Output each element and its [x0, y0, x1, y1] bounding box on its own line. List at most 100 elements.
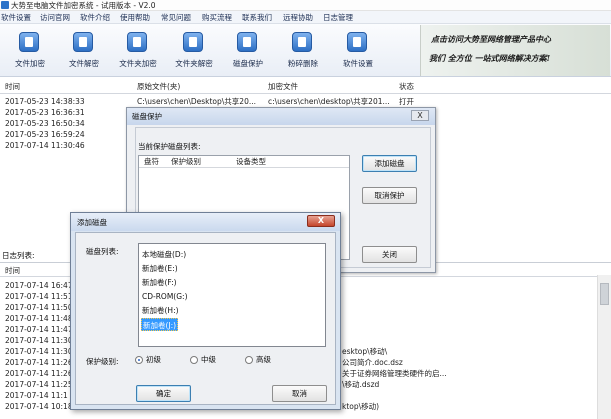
folder-encrypt-label: 文件夹加密: [119, 59, 157, 68]
col-drive[interactable]: 盘符: [144, 156, 159, 168]
table-row[interactable]: 2017-05-23 16:50:34: [0, 118, 130, 129]
folder-encrypt-button[interactable]: 文件夹加密: [112, 32, 164, 74]
file-encrypt-button[interactable]: 文件加密: [4, 32, 56, 74]
menu-log-management[interactable]: 日志管理: [323, 11, 353, 24]
dialog-title: 磁盘保护: [132, 112, 162, 121]
log-time: 2017-07-14 11:26: [5, 358, 73, 367]
menu-software-intro[interactable]: 软件介绍: [80, 11, 110, 24]
table-row[interactable]: 2017-05-23 16:59:24: [0, 129, 130, 140]
col-original-file[interactable]: 原始文件(夹): [137, 81, 180, 93]
dialog-title-bar[interactable]: 磁盘保护 X: [127, 108, 435, 125]
radio-medium-label: 中级: [201, 355, 216, 364]
shred-delete-button[interactable]: 粉碎删除: [277, 32, 329, 74]
log-detail: ktop\移动): [342, 402, 380, 411]
menu-contact[interactable]: 联系我们: [242, 11, 272, 24]
menu-remote-assist[interactable]: 远程协助: [283, 11, 313, 24]
menu-bar: 软件设置 访问官网 软件介绍 使用帮助 常见问题 购买流程 联系我们 远程协助 …: [0, 11, 611, 24]
col-encrypted-file[interactable]: 加密文件: [268, 81, 298, 93]
menu-visit-website[interactable]: 访问官网: [40, 11, 70, 24]
close-icon[interactable]: X: [307, 215, 335, 227]
cancel-button[interactable]: 取消: [272, 385, 327, 402]
col-device-type[interactable]: 设备类型: [236, 156, 266, 168]
menu-software-settings[interactable]: 软件设置: [1, 11, 31, 24]
list-item[interactable]: 本地磁盘(D:): [141, 248, 187, 261]
log-time: 2017-07-14 11:51: [5, 292, 73, 301]
row-time: 2017-05-23 16:59:24: [5, 130, 85, 139]
disk-protect-button[interactable]: 磁盘保护: [222, 32, 274, 74]
list-header: 盘符 保护级别 设备类型: [139, 156, 349, 168]
log-time: 2017-07-14 11:30: [5, 347, 73, 356]
log-time: 2017-07-14 11:1: [5, 391, 68, 400]
dialog-title-bar[interactable]: 添加磁盘 X: [71, 213, 340, 231]
software-settings-button[interactable]: 软件设置: [332, 32, 384, 74]
list-item[interactable]: 新加卷(F:): [141, 276, 178, 289]
dialog-title: 添加磁盘: [77, 218, 107, 227]
file-decrypt-label: 文件解密: [69, 59, 99, 68]
log-time: 2017-07-14 11:47: [5, 325, 73, 334]
software-settings-label: 软件设置: [343, 59, 373, 68]
row-time: 2017-05-23 16:50:34: [5, 119, 85, 128]
log-time: 2017-07-14 11:50: [5, 303, 73, 312]
list-item[interactable]: 新加卷(E:): [141, 262, 179, 275]
log-detail: esktop\移动\: [342, 347, 388, 356]
row-status: 打开: [399, 97, 414, 106]
log-time: 2017-07-14 10:18: [5, 402, 73, 411]
gear-icon: [347, 32, 367, 52]
radio-basic-label: 初级: [146, 355, 161, 364]
file-decrypt-button[interactable]: 文件解密: [58, 32, 110, 74]
list-item[interactable]: 新加卷(H:): [141, 304, 180, 317]
log-time: 2017-07-14 11:30: [5, 336, 73, 345]
ok-button[interactable]: 确定: [136, 385, 191, 402]
folder-unlock-icon: [183, 32, 203, 52]
protected-disks-label: 当前保护磁盘列表:: [138, 142, 201, 151]
row-encrypted-path: c:\users\chen\desktop\共享201...: [268, 97, 390, 106]
log-scrollbar[interactable]: [597, 275, 611, 419]
product-banner[interactable]: 点击访问大势至网络管理产品中心 我们 全方位 一站式网络解决方案!: [420, 25, 610, 76]
list-item[interactable]: CD-ROM(G:): [141, 290, 189, 303]
table-row[interactable]: 2017-07-14 11:30:46: [0, 140, 130, 151]
file-lock-icon: [19, 32, 39, 52]
log-list-label: 日志列表:: [2, 251, 35, 260]
radio-advanced[interactable]: [245, 356, 253, 364]
disk-shield-icon: [237, 32, 257, 52]
log-time: 2017-07-14 11:25: [5, 380, 73, 389]
banner-line-1: 点击访问大势至网络管理产品中心: [431, 34, 551, 44]
app-icon: [1, 1, 9, 9]
title-bar: 大势至电脑文件加密系统 - 试用版本 - V2.0: [0, 0, 611, 11]
folder-lock-icon: [127, 32, 147, 52]
close-icon[interactable]: X: [411, 110, 429, 121]
folder-decrypt-label: 文件夹解密: [175, 59, 213, 68]
window-title: 大势至电脑文件加密系统 - 试用版本 - V2.0: [11, 1, 156, 10]
table-row[interactable]: 2017-05-23 16:36:31: [0, 107, 130, 118]
row-time: 2017-07-14 11:30:46: [5, 141, 85, 150]
file-encrypt-label: 文件加密: [15, 59, 45, 68]
disk-protect-label: 磁盘保护: [233, 59, 263, 68]
row-time: 2017-05-23 14:38:33: [5, 97, 85, 106]
col-time[interactable]: 时间: [5, 81, 20, 93]
col-status[interactable]: 状态: [399, 81, 414, 93]
log-time: 2017-07-14 11:48: [5, 314, 73, 323]
scroll-thumb[interactable]: [600, 283, 609, 305]
menu-purchase[interactable]: 购买流程: [202, 11, 232, 24]
disk-list-label: 磁盘列表:: [86, 247, 119, 256]
row-original-path: C:\users\chen\Desktop\共享20...: [137, 97, 257, 106]
log-detail: 公司简介.doc.dsz: [342, 358, 403, 367]
disk-listbox[interactable]: 本地磁盘(D:) 新加卷(E:) 新加卷(F:) CD-ROM(G:) 新加卷(…: [138, 243, 326, 347]
protect-level-label: 保护级别:: [86, 357, 119, 366]
add-disk-button[interactable]: 添加磁盘: [362, 155, 417, 172]
banner-line-2: 我们 全方位 一站式网络解决方案!: [429, 53, 551, 63]
radio-medium[interactable]: [190, 356, 198, 364]
log-detail: 关于证券网络管理类硬件的启...: [342, 369, 447, 378]
log-col-time[interactable]: 时间: [5, 265, 20, 277]
folder-decrypt-button[interactable]: 文件夹解密: [168, 32, 220, 74]
menu-help[interactable]: 使用帮助: [120, 11, 150, 24]
shredder-icon: [292, 32, 312, 52]
cancel-protect-button[interactable]: 取消保护: [362, 187, 417, 204]
col-protect-level[interactable]: 保护级别: [171, 156, 201, 168]
shred-delete-label: 粉碎删除: [288, 59, 318, 68]
close-button[interactable]: 关闭: [362, 246, 417, 263]
list-item-selected[interactable]: 新加卷(J:): [141, 318, 179, 331]
radio-basic[interactable]: [135, 356, 143, 364]
menu-faq[interactable]: 常见问题: [161, 11, 191, 24]
table-row[interactable]: 2017-05-23 14:38:33 C:\users\chen\Deskto…: [0, 96, 440, 107]
